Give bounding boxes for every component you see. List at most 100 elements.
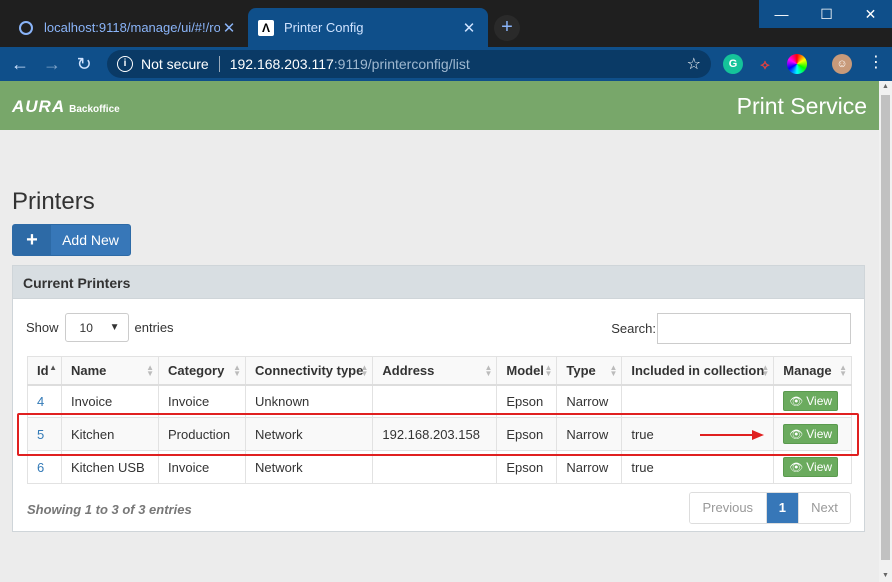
- printer-id-link[interactable]: 4: [37, 394, 44, 409]
- cell-manage: 👁 View: [773, 450, 852, 484]
- column-header-type[interactable]: Type ▲ ▼: [556, 356, 622, 386]
- eye-icon: 👁: [789, 428, 804, 441]
- scrollbar-thumb[interactable]: [881, 95, 890, 560]
- view-label: View: [806, 427, 833, 441]
- cell-manage: 👁 View: [773, 384, 852, 418]
- header-label: Id: [37, 362, 49, 378]
- table-row: 6 Kitchen USB Invoice Network Epson Narr…: [27, 450, 852, 484]
- next-page-button[interactable]: Next: [798, 493, 850, 523]
- url-path: :9119/printerconfig/list: [333, 56, 470, 72]
- aura-logo: AURA Backoffice: [12, 97, 120, 117]
- url-host: 192.168.203.117: [229, 56, 334, 72]
- previous-page-button[interactable]: Previous: [689, 493, 767, 523]
- browser-tab-localhost[interactable]: localhost:9118/manage/ui/#!/roo ✕: [8, 8, 248, 47]
- minimize-window-icon[interactable]: —: [759, 0, 804, 28]
- cell-connectivity: Unknown: [244, 384, 373, 418]
- cell-manage: 👁 View: [773, 417, 852, 451]
- divider: [218, 56, 220, 72]
- header-label: Type: [566, 362, 596, 378]
- search-label: Search:: [611, 321, 656, 336]
- header-label: Name: [71, 362, 107, 378]
- address-bar[interactable]: i Not secure 192.168.203.117:9119/printe…: [107, 50, 711, 78]
- current-printers-panel: Current Printers Show 10 ▼ entries Searc…: [12, 265, 865, 532]
- view-button[interactable]: 👁 View: [783, 391, 839, 412]
- cell-connectivity: Network: [244, 417, 373, 451]
- color-extension-icon[interactable]: [787, 54, 807, 74]
- add-new-button[interactable]: + Add New: [12, 224, 131, 256]
- chevron-down-icon: ▼: [109, 322, 120, 333]
- scroll-down-icon[interactable]: ▼: [879, 570, 892, 582]
- cell-address: [372, 450, 497, 484]
- cell-name: Kitchen USB: [61, 450, 159, 484]
- cell-included: [621, 384, 774, 418]
- column-header-category[interactable]: Category ▲ ▼: [158, 356, 246, 386]
- cell-category: Invoice: [158, 450, 246, 484]
- cell-connectivity: Network: [244, 450, 373, 484]
- cell-type: Narrow: [556, 450, 622, 484]
- search-input[interactable]: [657, 313, 851, 344]
- page-length-control: Show 10 ▼ entries: [26, 313, 174, 342]
- cell-id[interactable]: 5: [27, 417, 62, 451]
- column-header-id[interactable]: Id ▲: [27, 356, 62, 386]
- column-header-name[interactable]: Name ▲ ▼: [61, 356, 159, 386]
- table-row: 4 Invoice Invoice Unknown Epson Narrow 👁…: [27, 384, 852, 418]
- sort-icon: ▲ ▼: [544, 363, 553, 378]
- printer-id-link[interactable]: 6: [37, 460, 44, 475]
- sort-icon: ▲ ▼: [360, 363, 369, 378]
- browser-tabstrip: localhost:9118/manage/ui/#!/roo ✕ Λ Prin…: [0, 0, 892, 47]
- header-label: Manage: [783, 362, 832, 378]
- close-icon[interactable]: ✕: [220, 19, 238, 37]
- eye-icon: 👁: [789, 395, 804, 408]
- view-label: View: [806, 460, 833, 474]
- new-tab-button[interactable]: +: [494, 15, 520, 41]
- close-icon[interactable]: ✕: [460, 19, 478, 37]
- profile-avatar[interactable]: ☺: [832, 54, 852, 74]
- page-1-button[interactable]: 1: [766, 493, 798, 523]
- logo-sub: Backoffice: [69, 104, 120, 115]
- forward-arrow-icon[interactable]: →: [40, 52, 64, 76]
- column-header-manage[interactable]: Manage ▲ ▼: [773, 356, 852, 386]
- column-header-model[interactable]: Model ▲ ▼: [496, 356, 557, 386]
- view-button[interactable]: 👁 View: [783, 424, 839, 444]
- entries-label: entries: [134, 320, 174, 335]
- cell-id[interactable]: 6: [27, 450, 62, 484]
- page-content: AURA Backoffice Print Service Printers +…: [0, 81, 879, 582]
- browser-menu-icon[interactable]: ⋮: [866, 54, 886, 72]
- page-title: Printers: [12, 188, 95, 215]
- maximize-window-icon[interactable]: ☐: [804, 0, 849, 28]
- info-icon[interactable]: i: [117, 56, 133, 72]
- cell-id[interactable]: 4: [27, 384, 62, 418]
- sort-asc-icon: ▲: [49, 363, 57, 372]
- pdf-extension-icon[interactable]: ⟡: [755, 54, 775, 74]
- column-header-included[interactable]: Included in collection ▲ ▼: [621, 356, 774, 386]
- view-button[interactable]: 👁 View: [783, 457, 839, 477]
- reload-icon[interactable]: ↻: [72, 52, 96, 76]
- printer-id-link[interactable]: 5: [37, 427, 44, 442]
- sort-icon: ▲ ▼: [761, 363, 770, 378]
- sort-icon: ▲ ▼: [146, 363, 154, 378]
- panel-title: Current Printers: [13, 266, 864, 299]
- column-header-connectivity[interactable]: Connectivity type ▲ ▼: [244, 356, 373, 386]
- tab-title: localhost:9118/manage/ui/#!/roo: [44, 20, 220, 35]
- column-header-address[interactable]: Address ▲ ▼: [372, 356, 497, 386]
- close-window-icon[interactable]: ✕: [849, 0, 892, 28]
- tab-title: Printer Config: [284, 20, 364, 35]
- app-title: Print Service: [736, 93, 867, 119]
- page-length-select[interactable]: 10 ▼: [64, 313, 129, 342]
- scroll-up-icon[interactable]: ▲: [879, 81, 892, 93]
- printers-table: Id ▲ Name ▲ ▼ Category ▲ ▼ Connectivity type ▲…: [27, 356, 852, 484]
- grammarly-extension-icon[interactable]: G: [723, 54, 743, 74]
- header-label: Model: [506, 362, 544, 378]
- security-label: Not secure: [141, 56, 209, 72]
- cell-type: Narrow: [556, 417, 622, 451]
- app-header: AURA Backoffice Print Service: [0, 81, 879, 130]
- header-label: Connectivity type: [255, 362, 364, 378]
- browser-tab-printer-config[interactable]: Λ Printer Config ✕: [248, 8, 488, 47]
- view-label: View: [806, 394, 833, 409]
- page-length-value: 10: [79, 320, 93, 335]
- back-arrow-icon[interactable]: ←: [8, 52, 32, 76]
- sort-icon: ▲ ▼: [484, 363, 493, 378]
- header-label: Address: [382, 362, 435, 378]
- bookmark-star-icon[interactable]: ☆: [687, 54, 701, 74]
- page-scrollbar[interactable]: ▲ ▼: [879, 81, 892, 582]
